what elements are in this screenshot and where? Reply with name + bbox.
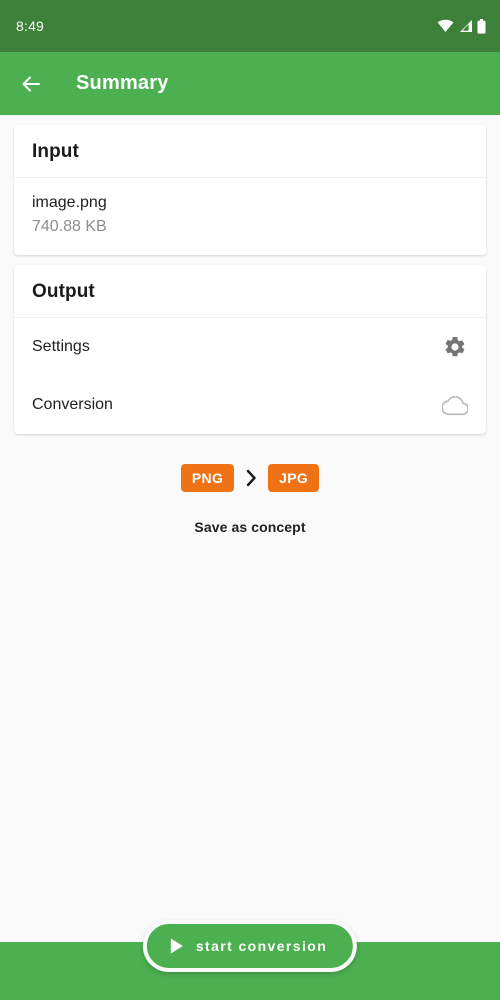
- status-bar: 8:49: [0, 0, 500, 52]
- status-bar-clock: 8:49: [16, 18, 45, 34]
- cell-signal-icon: [458, 19, 473, 33]
- app-bar: Summary: [0, 52, 500, 115]
- battery-icon: [477, 18, 486, 34]
- settings-label: Settings: [32, 338, 90, 356]
- play-icon: [169, 937, 185, 955]
- source-format-badge[interactable]: PNG: [180, 464, 235, 493]
- input-file-name: image.png: [32, 194, 107, 211]
- input-card-title: Input: [32, 141, 79, 162]
- gear-icon[interactable]: [442, 334, 468, 360]
- output-row-settings[interactable]: Settings: [14, 318, 486, 376]
- output-card-title: Output: [32, 281, 95, 303]
- status-bar-icons: [437, 18, 486, 34]
- input-card-body[interactable]: image.png 740.88 KB: [14, 178, 486, 255]
- input-card-header: Input: [14, 125, 486, 178]
- chevron-right-icon: [244, 468, 258, 488]
- output-card-header: Output: [14, 265, 486, 319]
- cloud-icon[interactable]: [442, 392, 468, 418]
- output-row-conversion[interactable]: Conversion: [14, 376, 486, 434]
- format-conversion-strip: PNG JPG: [14, 464, 486, 493]
- arrow-left-icon: [22, 76, 40, 91]
- start-conversion-label: start conversion: [195, 938, 328, 954]
- target-format-badge[interactable]: JPG: [268, 464, 320, 493]
- input-file-size: 740.88 KB: [32, 217, 107, 235]
- page-title: Summary: [76, 72, 169, 94]
- output-card: Output Settings Conversion: [14, 265, 486, 435]
- save-as-concept-button[interactable]: Save as concept: [14, 519, 486, 535]
- main-content: Input image.png 740.88 KB Output Setting…: [0, 125, 500, 535]
- conversion-label: Conversion: [32, 396, 113, 414]
- back-button[interactable]: [16, 69, 46, 99]
- input-card: Input image.png 740.88 KB: [14, 125, 486, 256]
- wifi-icon: [437, 19, 454, 33]
- start-conversion-button[interactable]: start conversion: [142, 920, 358, 972]
